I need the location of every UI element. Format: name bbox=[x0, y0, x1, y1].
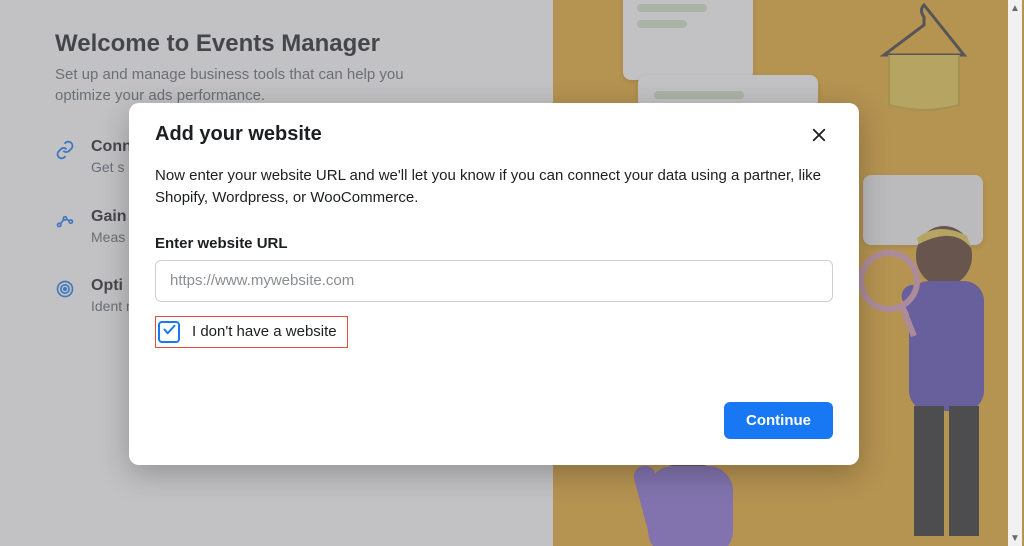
modal-footer: Continue bbox=[155, 402, 833, 439]
check-icon bbox=[162, 322, 177, 342]
no-website-label: I don't have a website bbox=[192, 323, 337, 340]
continue-button[interactable]: Continue bbox=[724, 402, 833, 439]
add-website-modal: Add your website Now enter your website … bbox=[129, 103, 859, 465]
modal-header: Add your website bbox=[155, 123, 833, 151]
scroll-down-arrow[interactable]: ▼ bbox=[1008, 530, 1022, 546]
scrollbar[interactable]: ▲ ▼ bbox=[1008, 0, 1022, 546]
modal-title: Add your website bbox=[155, 123, 322, 146]
no-website-checkbox-row[interactable]: I don't have a website bbox=[155, 316, 348, 348]
website-url-input[interactable] bbox=[155, 260, 833, 302]
close-icon bbox=[810, 126, 828, 149]
close-button[interactable] bbox=[805, 123, 833, 151]
no-website-checkbox[interactable] bbox=[158, 321, 180, 343]
modal-description: Now enter your website URL and we'll let… bbox=[155, 165, 825, 209]
scroll-up-arrow[interactable]: ▲ bbox=[1008, 0, 1022, 16]
url-input-label: Enter website URL bbox=[155, 235, 833, 252]
